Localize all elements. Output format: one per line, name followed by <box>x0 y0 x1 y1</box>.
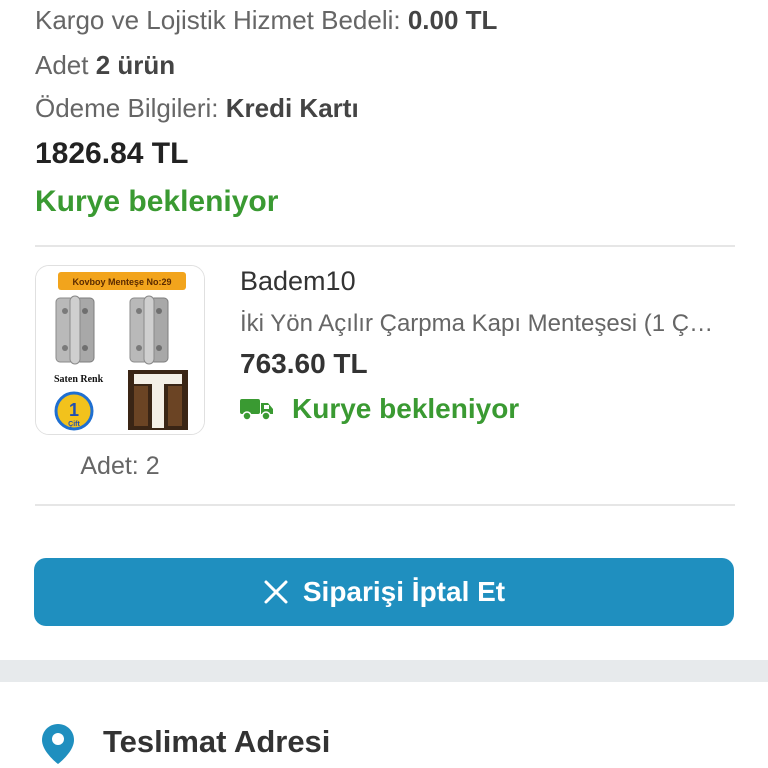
shipping-fee-row: Kargo ve Lojistik Hizmet Bedeli: 0.00 TL <box>35 5 497 36</box>
product-status-text: Kurye bekleniyor <box>292 393 520 424</box>
divider <box>35 504 735 506</box>
order-status: Kurye bekleniyor <box>35 185 279 218</box>
product-quantity: Adet: 2 <box>80 452 160 480</box>
delivery-address-title: Teslimat Adresi <box>103 724 331 759</box>
hinge-product-illustration: Kovboy Menteşe No:29 Saten Renk 1 Çift <box>36 266 204 434</box>
product-image-badge-count: 1 <box>69 400 79 420</box>
product-image-label: Kovboy Menteşe No:29 <box>72 277 171 287</box>
product-image[interactable]: Kovboy Menteşe No:29 Saten Renk 1 Çift <box>35 265 205 435</box>
seller-name[interactable]: Badem10 <box>240 266 356 297</box>
payment-value: Kredi Kartı <box>225 93 359 123</box>
cancel-order-button[interactable]: Siparişi İptal Et <box>34 558 734 626</box>
quantity-row: Adet 2 ürün <box>35 50 175 81</box>
product-name[interactable]: İki Yön Açılır Çarpma Kapı Menteşesi (1 … <box>240 310 735 338</box>
order-total: 1826.84 TL <box>35 137 189 170</box>
quantity-value: 2 ürün <box>95 50 176 80</box>
section-separator <box>0 660 768 682</box>
truck-icon <box>240 399 273 421</box>
close-icon <box>264 580 288 604</box>
shipping-fee-value: 0.00 TL <box>407 5 498 35</box>
shipping-fee-label: Kargo ve Lojistik Hizmet Bedeli: <box>35 5 401 35</box>
product-price: 763.60 TL <box>240 348 368 379</box>
location-pin-icon <box>42 724 74 764</box>
divider <box>35 245 735 247</box>
quantity-label: Adet <box>35 50 89 80</box>
product-image-badge-word: Çift <box>68 421 80 428</box>
product-status: Kurye bekleniyor <box>240 392 519 426</box>
payment-label: Ödeme Bilgileri: <box>35 93 219 123</box>
cancel-order-label: Siparişi İptal Et <box>302 576 506 607</box>
payment-row: Ödeme Bilgileri: Kredi Kartı <box>35 93 359 124</box>
product-image-badge-text: Saten Renk <box>54 374 104 385</box>
